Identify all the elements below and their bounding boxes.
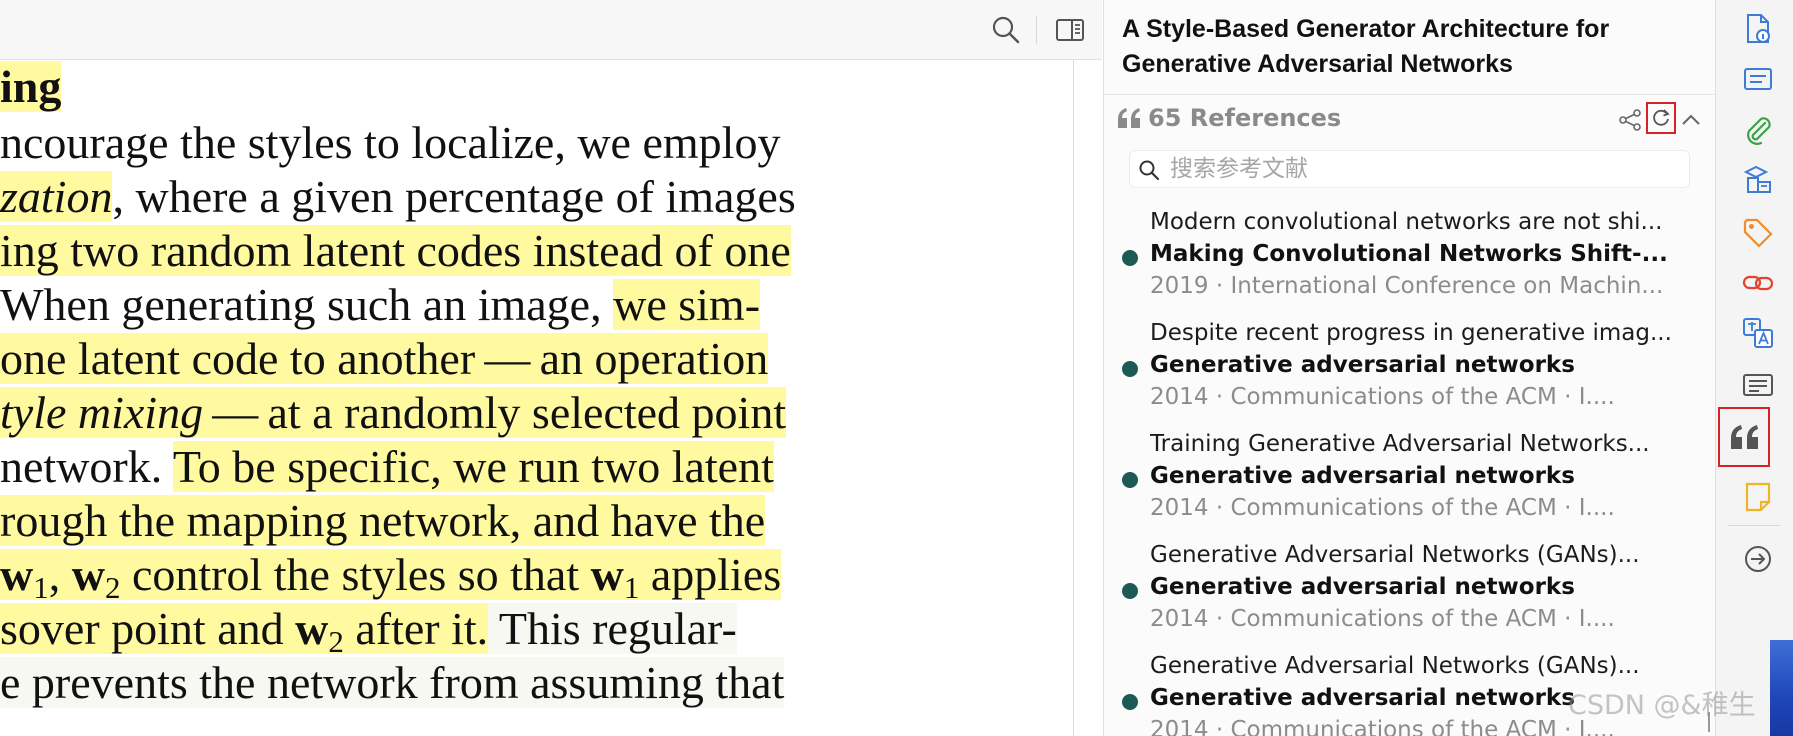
text-line: tyle mixing — at a randomly selected poi… xyxy=(0,387,787,438)
tags-icon[interactable] xyxy=(1741,216,1775,250)
text-line: w1, w2 control the styles so that w1 app… xyxy=(0,549,782,605)
text-line: e prevents the network from assuming tha… xyxy=(0,657,785,708)
translate-icon[interactable] xyxy=(1741,316,1775,350)
watermark-text: CSDN @&稚生 xyxy=(1568,690,1756,721)
refresh-icon xyxy=(1653,109,1670,126)
text-panel-icon[interactable] xyxy=(1741,368,1775,402)
reference-item[interactable]: Modern convolutional networks are not sh… xyxy=(1104,206,1715,317)
info-doc-icon[interactable] xyxy=(1741,12,1775,46)
references-quote-icon xyxy=(1118,108,1140,128)
text-line: ncourage the styles to localize, we empl… xyxy=(0,117,781,168)
abstract-icon[interactable] xyxy=(1741,62,1775,96)
reference-item[interactable]: Despite recent progress in generative im… xyxy=(1104,317,1715,428)
item-info-panel: A Style-Based Generator Architecture for… xyxy=(1103,0,1715,736)
reference-meta: 2014 · Communications of the ACM · I.... xyxy=(1150,606,1615,632)
attachment-icon[interactable] xyxy=(1741,114,1775,148)
reference-search-box[interactable] xyxy=(1129,150,1690,188)
reference-context: Despite recent progress in generative im… xyxy=(1150,320,1672,346)
reference-title[interactable]: Generative adversarial networks xyxy=(1150,571,1695,603)
reader-toolbar xyxy=(0,0,1102,60)
title-divider xyxy=(1104,94,1715,95)
references-list: Modern convolutional networks are not sh… xyxy=(1104,206,1715,736)
reference-context: Generative Adversarial Networks (GANs)..… xyxy=(1150,653,1640,679)
reference-context: Modern convolutional networks are not sh… xyxy=(1150,209,1663,235)
search-icon xyxy=(1139,160,1160,181)
reference-meta: 2014 · Communications of the ACM · I.... xyxy=(1150,495,1615,521)
text-line: network. To be specific, we run two late… xyxy=(0,441,774,492)
reference-title[interactable]: Generative adversarial networks xyxy=(1150,460,1695,492)
side-navigation-rail xyxy=(1715,0,1793,736)
rail-separator xyxy=(1728,525,1780,526)
reference-context: Generative Adversarial Networks (GANs)..… xyxy=(1150,542,1640,568)
text-line: When generating such an image, we sim- xyxy=(0,279,761,330)
section-heading: ing xyxy=(0,61,62,112)
status-dot xyxy=(1122,361,1138,377)
desktop-taskbar-edge xyxy=(1770,640,1793,736)
chevron-up-icon[interactable] xyxy=(1678,108,1704,132)
related-icon[interactable] xyxy=(1741,266,1775,300)
reference-meta: 2019 · International Conference on Machi… xyxy=(1150,273,1664,299)
status-dot xyxy=(1122,472,1138,488)
status-dot xyxy=(1122,583,1138,599)
sidebar-toggle-icon[interactable] xyxy=(1054,14,1086,46)
locate-icon[interactable] xyxy=(1741,542,1775,576)
reference-meta: 2014 · Communications of the ACM · I.... xyxy=(1150,384,1615,410)
refresh-references-button[interactable] xyxy=(1646,102,1676,134)
citations-quote-icon xyxy=(1731,425,1758,449)
status-dot xyxy=(1122,694,1138,710)
references-count: 65 References xyxy=(1148,104,1342,132)
citations-tab-button[interactable] xyxy=(1718,407,1770,467)
reference-title[interactable]: Generative adversarial networks xyxy=(1150,349,1695,381)
reference-context: Training Generative Adversarial Networks… xyxy=(1150,431,1650,457)
reference-search-input[interactable] xyxy=(1170,153,1680,185)
search-icon[interactable] xyxy=(990,14,1022,46)
notes-icon[interactable] xyxy=(1741,480,1775,514)
text-line: ing two random latent codes instead of o… xyxy=(0,225,791,276)
status-dot xyxy=(1122,250,1138,266)
text-line: sover point and w2 after it. This regula… xyxy=(0,603,737,659)
reference-title[interactable]: Making Convolutional Networks Shift-... xyxy=(1150,238,1695,270)
text-line: rough the mapping network, and have the xyxy=(0,495,766,546)
reference-item[interactable]: Training Generative Adversarial Networks… xyxy=(1104,428,1715,539)
paper-title[interactable]: A Style-Based Generator Architecture for… xyxy=(1122,12,1702,82)
libraries-icon[interactable] xyxy=(1741,164,1775,198)
references-section-header[interactable]: 65 References xyxy=(1116,100,1704,136)
pdf-reader-pane[interactable]: ing ncourage the styles to localize, we … xyxy=(0,0,1102,736)
text-line: one latent code to another — an operatio… xyxy=(0,333,769,384)
text-line: zation, where a given percentage of imag… xyxy=(0,171,796,222)
pdf-page-text[interactable]: ing ncourage the styles to localize, we … xyxy=(0,60,1073,736)
graph-share-icon[interactable] xyxy=(1618,108,1642,132)
page-edge-divider xyxy=(1073,60,1074,736)
toolbar-separator xyxy=(1036,16,1037,44)
reference-item[interactable]: Generative Adversarial Networks (GANs)..… xyxy=(1104,539,1715,650)
